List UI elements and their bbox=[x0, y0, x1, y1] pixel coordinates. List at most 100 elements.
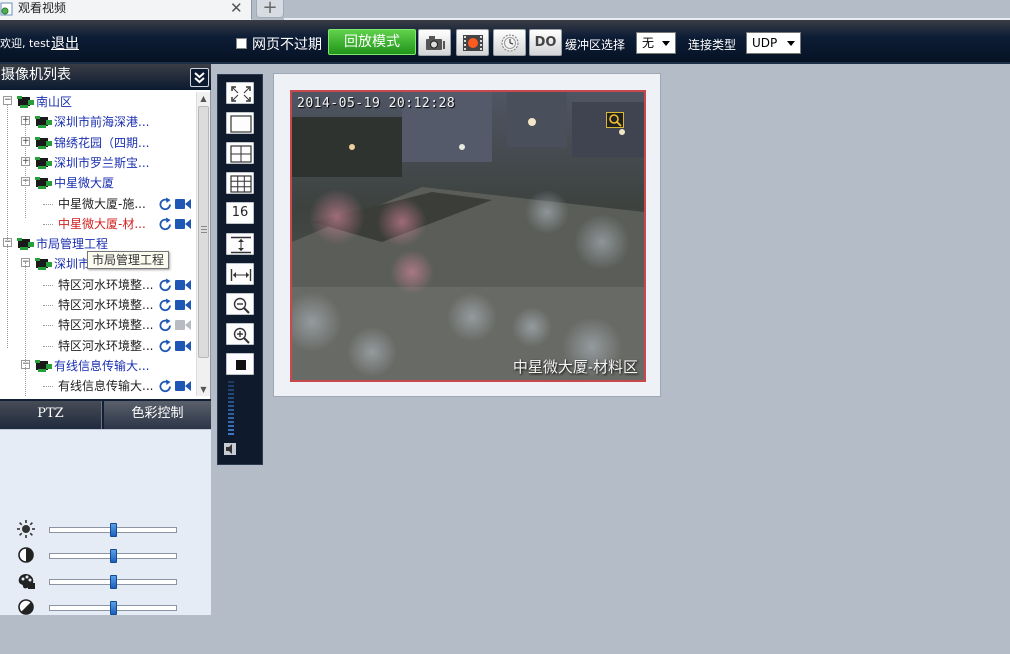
tree-row[interactable]: − 中星微大厦 bbox=[0, 175, 196, 193]
camera-label[interactable]: 中星微大厦-施... bbox=[58, 196, 146, 212]
tree-connector bbox=[43, 345, 53, 347]
left-panel: 摄像机列表 − 南山区 + 深圳市前海深港... + 锦绣花园（四期... + 深圳市罗兰斯宝… bbox=[0, 64, 211, 615]
tree-row[interactable]: + 深圳市罗兰斯宝... bbox=[0, 155, 196, 173]
camera-label[interactable]: 有线信息传输大... bbox=[58, 378, 153, 394]
refresh-icon[interactable] bbox=[158, 318, 173, 333]
playback-mode-button[interactable]: 回放模式 bbox=[328, 29, 416, 55]
video-window[interactable]: 2014-05-19 20:12:28 中星微大厦-材料区 bbox=[290, 90, 646, 382]
layout-9-icon bbox=[230, 175, 252, 193]
refresh-icon[interactable] bbox=[158, 278, 173, 293]
contrast-slider-row bbox=[0, 545, 211, 565]
tab-color-control[interactable]: 色彩控制 bbox=[104, 401, 211, 429]
browser-tab-strip: 观看视频 ✕ + bbox=[0, 0, 1010, 20]
no-expire-checkbox[interactable] bbox=[236, 38, 247, 49]
tree-row[interactable]: 中星微大厦-施... bbox=[0, 196, 196, 214]
volume-segment bbox=[228, 401, 234, 403]
volume-segment bbox=[228, 397, 234, 399]
tree-row[interactable]: 中星微大厦-材... bbox=[0, 216, 196, 234]
fit-vertical-button[interactable] bbox=[226, 232, 254, 255]
saturation-slider[interactable] bbox=[49, 575, 177, 589]
fullscreen-button[interactable] bbox=[226, 82, 254, 104]
slider-thumb[interactable] bbox=[110, 601, 117, 615]
refresh-icon[interactable] bbox=[158, 339, 173, 354]
new-tab-button[interactable]: + bbox=[256, 0, 284, 18]
contrast-slider[interactable] bbox=[49, 549, 177, 563]
stop-icon bbox=[236, 359, 246, 370]
tab-ptz[interactable]: PTZ bbox=[0, 401, 102, 429]
collapse-panel-button[interactable] bbox=[190, 68, 209, 87]
camera-online-icon[interactable] bbox=[175, 299, 191, 311]
camera-list-header: 摄像机列表 bbox=[0, 64, 211, 90]
camera-label[interactable]: 特区河水环境整... bbox=[58, 317, 153, 333]
camera-label[interactable]: 特区河水环境整... bbox=[58, 277, 153, 293]
camera-feed-image bbox=[292, 92, 644, 380]
camera-label[interactable]: 特区河水环境整... bbox=[58, 338, 153, 354]
tree-node-label: 深圳市 bbox=[54, 257, 91, 272]
brightness-slider[interactable] bbox=[49, 523, 177, 537]
camera-label[interactable]: 特区河水环境整... bbox=[58, 297, 153, 313]
connection-type-value: UDP bbox=[752, 36, 778, 50]
tab-title: 观看视频 bbox=[18, 1, 67, 15]
tree-node-label: 市局管理工程 bbox=[36, 237, 109, 252]
tree-connector bbox=[43, 305, 53, 306]
scroll-up-arrow-icon[interactable]: ▲ bbox=[197, 92, 210, 105]
layout-4-icon bbox=[230, 145, 252, 163]
do-button[interactable]: DO bbox=[529, 29, 562, 56]
refresh-icon[interactable] bbox=[158, 298, 173, 313]
camera-online-icon[interactable] bbox=[175, 279, 191, 291]
browser-tab[interactable]: 观看视频 ✕ bbox=[0, 0, 252, 20]
tree-node-label: 有线信息传输大... bbox=[54, 358, 150, 373]
layout-9-button[interactable] bbox=[226, 172, 254, 195]
volume-segment bbox=[228, 405, 234, 407]
tree-row[interactable]: 特区河水环境整... bbox=[0, 277, 196, 295]
buffer-select-value: 无 bbox=[642, 36, 655, 50]
zoom-out-button[interactable] bbox=[226, 292, 254, 315]
snapshot-button[interactable] bbox=[418, 29, 451, 56]
volume-slider[interactable] bbox=[228, 381, 234, 437]
slider-thumb[interactable] bbox=[110, 549, 117, 563]
digital-zoom-icon[interactable] bbox=[606, 112, 624, 128]
camera-list-title: 摄像机列表 bbox=[1, 67, 71, 83]
buffer-select[interactable]: 无 bbox=[636, 32, 676, 54]
camera-online-icon[interactable] bbox=[175, 218, 191, 230]
camera-label[interactable]: 中星微大厦-材... bbox=[58, 216, 146, 232]
tree-row[interactable]: + 锦绣花园（四期... bbox=[0, 135, 196, 153]
camera-offline-icon[interactable] bbox=[175, 319, 191, 331]
scroll-thumb[interactable] bbox=[198, 106, 209, 358]
camera-online-icon[interactable] bbox=[175, 380, 191, 392]
logout-link[interactable]: 退出 bbox=[51, 33, 79, 53]
slider-thumb[interactable] bbox=[110, 575, 117, 589]
tree-row[interactable]: 特区河水环境整... bbox=[0, 338, 196, 356]
layout-1-button[interactable] bbox=[226, 112, 254, 135]
layout-4-button[interactable] bbox=[226, 142, 254, 165]
tree-row[interactable]: − 有线信息传输大... bbox=[0, 358, 196, 376]
stop-button[interactable] bbox=[226, 352, 254, 375]
schedule-button[interactable] bbox=[493, 29, 526, 56]
refresh-icon[interactable] bbox=[158, 379, 173, 394]
connection-type-label: 连接类型 bbox=[688, 38, 737, 52]
volume-segment bbox=[228, 385, 234, 387]
tree-row[interactable]: 有线信息传输大... bbox=[0, 378, 196, 396]
close-tab-icon[interactable]: ✕ bbox=[230, 0, 243, 17]
tree-scrollbar[interactable]: ▲ ▼ bbox=[196, 92, 210, 396]
tree-row[interactable]: − 南山区 bbox=[0, 94, 196, 112]
zoom-in-button[interactable] bbox=[226, 322, 254, 345]
connection-type-select[interactable]: UDP bbox=[746, 32, 801, 54]
camera-online-icon[interactable] bbox=[175, 198, 191, 210]
layout-16-button[interactable]: 16 bbox=[226, 202, 254, 225]
refresh-icon[interactable] bbox=[158, 197, 173, 212]
camera-online-icon[interactable] bbox=[175, 340, 191, 352]
tree-row[interactable]: 特区河水环境整... bbox=[0, 317, 196, 335]
speaker-icon[interactable] bbox=[223, 442, 237, 456]
tree-connector bbox=[7, 244, 8, 348]
tree-row[interactable]: + 深圳市前海深港... bbox=[0, 114, 196, 132]
fit-horizontal-button[interactable] bbox=[226, 262, 254, 285]
top-toolbar: 欢迎, test 退出 网页不过期 回放模式 DO 缓冲区选择 无 连接类型 U… bbox=[0, 20, 1010, 64]
tree-row[interactable]: 特区河水环境整... bbox=[0, 297, 196, 315]
refresh-icon[interactable] bbox=[158, 217, 173, 232]
slider-thumb[interactable] bbox=[110, 523, 117, 537]
record-button[interactable] bbox=[456, 29, 489, 56]
hue-slider[interactable] bbox=[49, 601, 177, 615]
layout-16-icon: 16 bbox=[231, 205, 249, 221]
scroll-down-arrow-icon[interactable]: ▼ bbox=[197, 383, 210, 396]
